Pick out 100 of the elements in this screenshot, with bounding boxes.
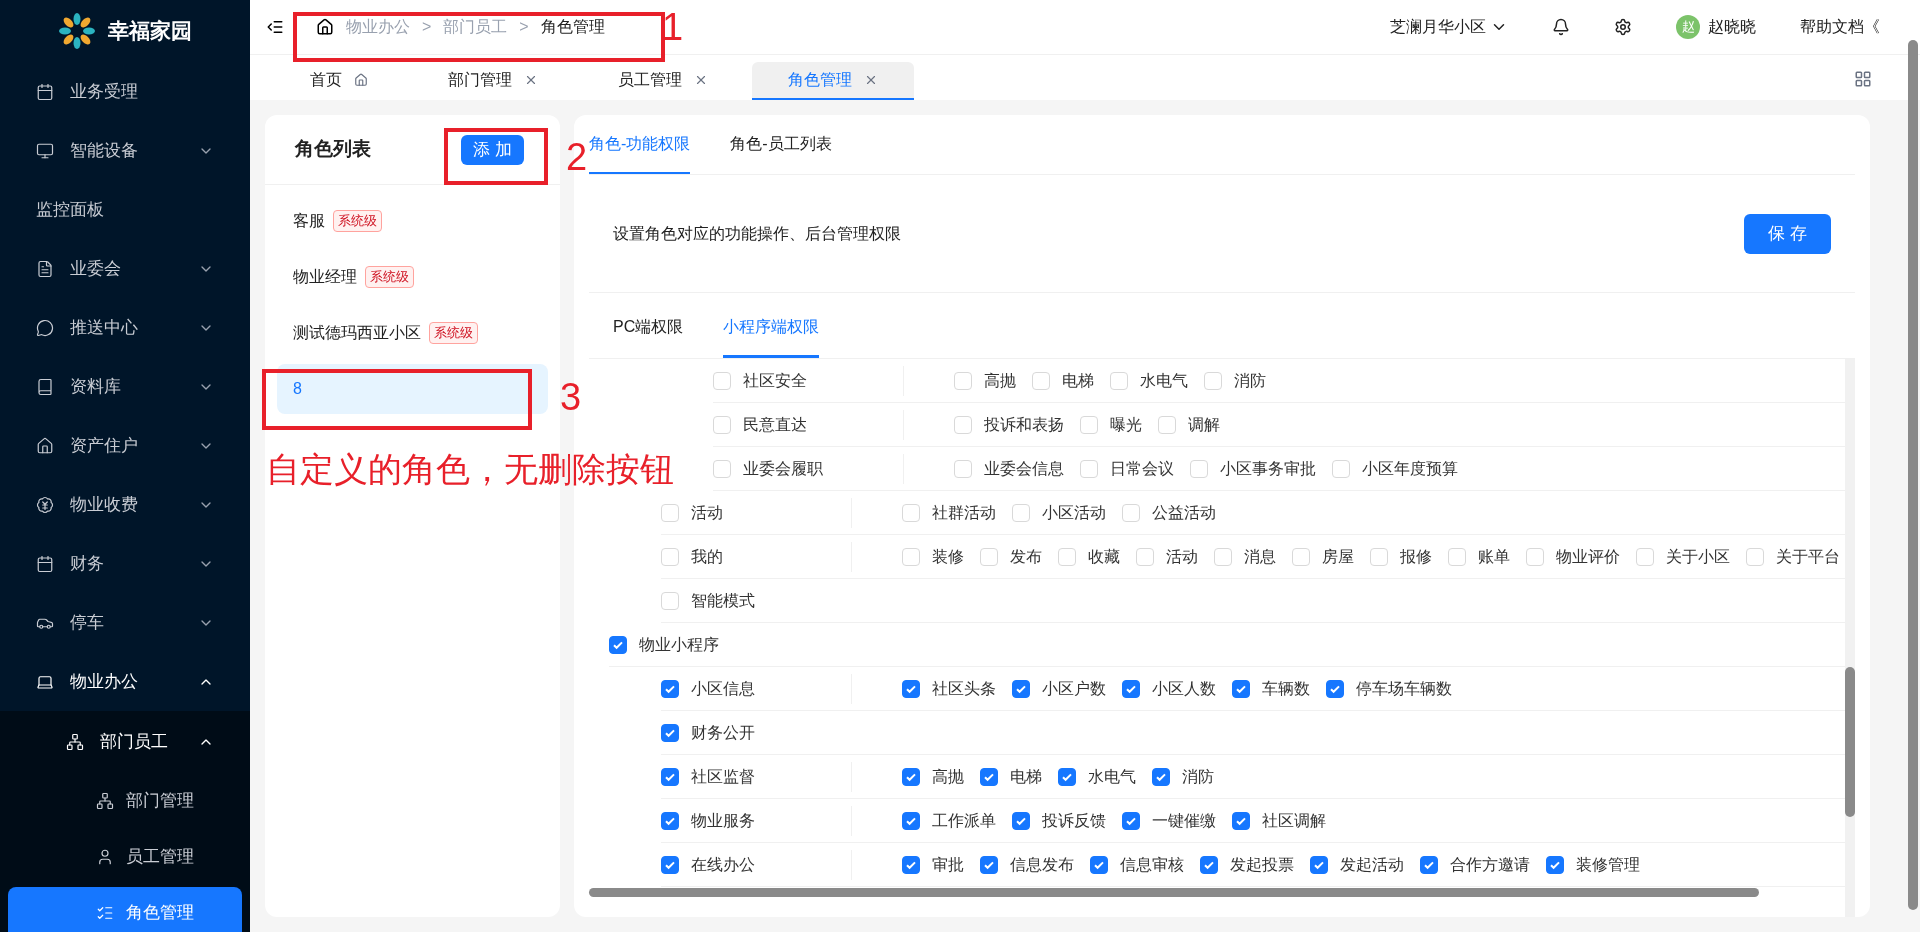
- close-icon[interactable]: [694, 73, 708, 87]
- checkbox[interactable]: [1090, 855, 1108, 874]
- permission-option: 水电气: [1088, 764, 1136, 789]
- permission-option: 小区事务审批: [1220, 456, 1316, 481]
- checkbox[interactable]: [1200, 855, 1218, 874]
- permission-option: 社区调解: [1262, 808, 1326, 833]
- save-button[interactable]: 保 存: [1744, 213, 1831, 254]
- checkbox[interactable]: [661, 767, 679, 786]
- role-item[interactable]: 测试德玛西亚小区 系统级: [277, 308, 548, 358]
- book-icon: [36, 377, 54, 396]
- panel-tab[interactable]: 角色-功能权限: [589, 132, 691, 174]
- breadcrumb-link[interactable]: 角色管理: [540, 15, 605, 39]
- org-chart-icon: [66, 733, 84, 751]
- role-item[interactable]: 客服 系统级: [277, 196, 548, 246]
- checkbox[interactable]: [1326, 679, 1344, 698]
- home-icon[interactable]: [316, 18, 334, 36]
- user-icon: [96, 848, 114, 866]
- permission-option: 社区头条: [932, 676, 996, 701]
- checkbox[interactable]: [1122, 679, 1140, 698]
- brand-name: 幸福家园: [108, 18, 192, 45]
- permission-option: 车辆数: [1262, 676, 1310, 701]
- sub-tab[interactable]: 小程序端权限: [723, 315, 820, 358]
- permission-option: 公益活动: [1152, 500, 1216, 525]
- permission-option: 消防: [1182, 764, 1214, 789]
- checkbox[interactable]: [1058, 767, 1076, 786]
- role-item[interactable]: 物业经理 系统级: [277, 252, 548, 302]
- sidebar-item[interactable]: 业务受理: [4, 62, 246, 121]
- close-icon[interactable]: [524, 73, 538, 87]
- permission-option: 收藏: [1088, 544, 1120, 569]
- checkbox[interactable]: [902, 767, 920, 786]
- vertical-scrollbar[interactable]: [1845, 359, 1855, 917]
- sidebar-item[interactable]: 监控面板: [4, 180, 246, 239]
- list-icon: [96, 904, 114, 922]
- checkbox[interactable]: [1420, 855, 1438, 874]
- page-tab[interactable]: 部门管理: [412, 62, 574, 100]
- sidebar-item[interactable]: 部门员工: [4, 711, 246, 773]
- annotation-note: 自定义的角色，无删除按钮: [266, 452, 674, 486]
- user-name[interactable]: 赵晓晓: [1708, 15, 1756, 39]
- permission-option: 水电气: [1140, 368, 1188, 393]
- checkbox[interactable]: [1310, 855, 1328, 874]
- page-scrollbar[interactable]: [1908, 40, 1918, 910]
- sidebar-item[interactable]: 角色管理: [8, 887, 242, 932]
- checkbox[interactable]: [661, 679, 679, 698]
- sidebar-item[interactable]: 财务: [4, 534, 246, 593]
- checkbox[interactable]: [661, 723, 679, 742]
- panel-tab[interactable]: 角色-员工列表: [730, 132, 832, 174]
- checkbox[interactable]: [1012, 811, 1030, 830]
- permission-label: 小区信息: [691, 678, 755, 699]
- permission-option: 业委会信息: [984, 456, 1064, 481]
- checkbox[interactable]: [902, 679, 920, 698]
- sidebar-item[interactable]: 停车: [4, 593, 246, 652]
- settings-icon[interactable]: [1614, 18, 1632, 36]
- sidebar-item[interactable]: 业委会: [4, 239, 246, 298]
- permission-option: 工作派单: [932, 808, 996, 833]
- sidebar-item[interactable]: 部门管理: [8, 775, 242, 827]
- chat-bubble-icon: [36, 318, 54, 337]
- checkbox[interactable]: [1012, 679, 1030, 698]
- annotation-number: 1: [662, 8, 684, 46]
- community-select[interactable]: 芝澜月华小区: [1390, 15, 1508, 39]
- description-text: 设置角色对应的功能操作、后台管理权限: [613, 223, 901, 244]
- page-tab[interactable]: 角色管理: [752, 62, 914, 100]
- checkbox[interactable]: [902, 811, 920, 830]
- logo-icon: [58, 12, 96, 50]
- checkbox[interactable]: [1152, 767, 1170, 786]
- sidebar-item[interactable]: 物业收费: [4, 475, 246, 534]
- checkbox[interactable]: [980, 855, 998, 874]
- checkbox[interactable]: [609, 635, 627, 654]
- close-icon[interactable]: [864, 73, 878, 87]
- sidebar-item[interactable]: 资产住户: [4, 416, 246, 475]
- sidebar-item[interactable]: 智能设备: [4, 121, 246, 180]
- sidebar-item[interactable]: 员工管理: [8, 831, 242, 883]
- checkbox[interactable]: [1232, 811, 1250, 830]
- role-item[interactable]: 8: [277, 364, 548, 414]
- permission-option: 高抛: [984, 368, 1016, 393]
- menu-collapse-icon[interactable]: [266, 18, 284, 36]
- sidebar-item[interactable]: 推送中心: [4, 298, 246, 357]
- system-tag: 系统级: [333, 210, 382, 232]
- sidebar-item[interactable]: 资料库: [4, 357, 246, 416]
- checkbox[interactable]: [1232, 679, 1250, 698]
- add-button[interactable]: 添 加: [461, 134, 524, 165]
- permission-option: 信息审核: [1120, 852, 1184, 877]
- checkbox[interactable]: [1546, 855, 1564, 874]
- sidebar-item[interactable]: 物业办公: [4, 652, 246, 711]
- checkbox[interactable]: [980, 767, 998, 786]
- checkbox[interactable]: [661, 855, 679, 874]
- help-link[interactable]: 帮助文档《: [1800, 15, 1880, 39]
- horizontal-scrollbar[interactable]: [589, 888, 1759, 897]
- org-chart-icon: [96, 792, 114, 810]
- page-tab[interactable]: 首页: [274, 62, 404, 100]
- notification-icon[interactable]: [1552, 18, 1570, 36]
- grid-icon[interactable]: [1854, 70, 1872, 88]
- sub-tab[interactable]: PC端权限: [613, 315, 684, 358]
- page-tab[interactable]: 员工管理: [582, 62, 744, 100]
- permission-option: 一键催缴: [1152, 808, 1216, 833]
- checkbox[interactable]: [902, 855, 920, 874]
- permission-option: 账单: [1478, 544, 1510, 569]
- checkbox[interactable]: [661, 811, 679, 830]
- permission-option: 投诉和表扬: [984, 412, 1064, 437]
- permission-option: 审批: [932, 852, 964, 877]
- checkbox[interactable]: [1122, 811, 1140, 830]
